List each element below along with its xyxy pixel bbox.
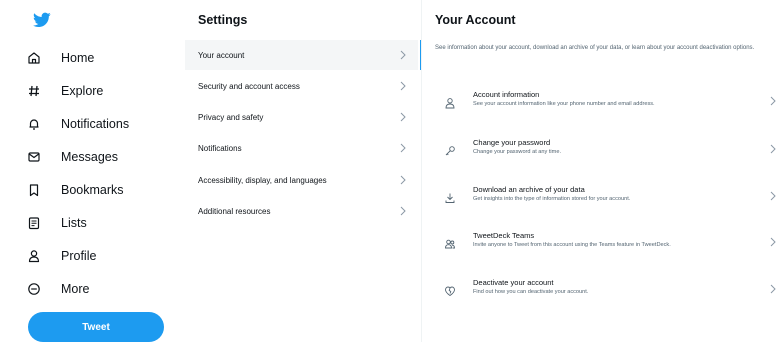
nav-item-label: Messages [61, 150, 118, 164]
person-icon [445, 98, 455, 109]
account-item-account-information[interactable]: Account information See your account inf… [425, 85, 779, 125]
settings-item-privacy[interactable]: Privacy and safety [185, 102, 418, 132]
nav-item-lists[interactable]: Lists [26, 211, 87, 235]
nav-item-label: Notifications [61, 117, 130, 131]
more-circle-icon [26, 281, 42, 297]
chevron-right-icon [770, 144, 776, 154]
settings-item-label: Accessibility, display, and languages [198, 175, 327, 185]
envelope-icon [26, 149, 42, 165]
chevron-right-icon [400, 143, 406, 153]
settings-item-your-account[interactable]: Your account [185, 40, 422, 70]
nav-item-label: Bookmarks [61, 183, 124, 197]
account-item-download-archive[interactable]: Download an archive of your data Get ins… [425, 180, 779, 220]
nav-item-profile[interactable]: Profile [26, 244, 96, 268]
account-title: Your Account [435, 13, 516, 27]
twitter-bird-icon[interactable] [33, 12, 51, 28]
settings-item-label: Notifications [198, 143, 242, 153]
account-item-description: Invite anyone to Tweet from this account… [473, 242, 671, 248]
account-item-title: Deactivate your account [473, 278, 554, 287]
chevron-right-icon [400, 81, 406, 91]
settings-item-label: Additional resources [198, 206, 271, 216]
account-item-title: TweetDeck Teams [473, 231, 535, 240]
settings-item-security[interactable]: Security and account access [185, 71, 418, 101]
settings-title: Settings [198, 13, 248, 27]
nav-item-more[interactable]: More [26, 277, 89, 301]
chevron-right-icon [770, 191, 776, 201]
settings-item-label: Privacy and safety [198, 112, 264, 122]
settings-item-label: Your account [198, 50, 245, 60]
account-item-title: Account information [473, 90, 540, 99]
account-item-title: Change your password [473, 138, 551, 147]
account-item-title: Download an archive of your data [473, 185, 585, 194]
tweet-button[interactable]: Tweet [28, 312, 164, 342]
bookmark-icon [26, 182, 42, 198]
nav-item-label: Explore [61, 84, 104, 98]
chevron-right-icon [770, 96, 776, 106]
chevron-right-icon [770, 237, 776, 247]
nav-item-label: More [61, 282, 90, 296]
account-item-description: Get insights into the type of informatio… [473, 196, 631, 202]
account-item-change-password[interactable]: Change your password Change your passwor… [425, 133, 779, 173]
key-icon [445, 146, 455, 156]
chevron-right-icon [770, 284, 776, 294]
chevron-right-icon [400, 50, 406, 60]
list-icon [26, 215, 42, 231]
account-column: Your Account See information about your … [425, 0, 779, 342]
nav-item-label: Home [61, 51, 95, 65]
people-icon [445, 239, 455, 249]
download-icon [445, 193, 455, 203]
home-icon [26, 50, 42, 66]
settings-item-accessibility[interactable]: Accessibility, display, and languages [185, 165, 418, 195]
nav-item-notifications[interactable]: Notifications [26, 112, 129, 136]
settings-item-label: Security and account access [198, 81, 300, 91]
nav-item-explore[interactable]: Explore [26, 79, 103, 103]
bell-icon [26, 116, 42, 132]
column-divider [421, 0, 422, 342]
nav-item-messages[interactable]: Messages [26, 145, 118, 169]
nav-item-label: Profile [61, 249, 97, 263]
settings-column: Settings Your account Security and accou… [185, 0, 422, 342]
nav-item-label: Lists [61, 216, 87, 230]
settings-item-notifications[interactable]: Notifications [185, 133, 418, 163]
nav-item-home[interactable]: Home [26, 46, 94, 70]
account-item-tweetdeck-teams[interactable]: TweetDeck Teams Invite anyone to Tweet f… [425, 226, 779, 266]
chevron-right-icon [400, 175, 406, 185]
person-icon [26, 248, 42, 264]
account-item-description: See your account information like your p… [473, 101, 655, 107]
primary-nav: Home Explore Notifications Messages Book… [0, 0, 180, 342]
account-item-description: Find out how you can deactivate your acc… [473, 289, 589, 295]
account-item-deactivate[interactable]: Deactivate your account Find out how you… [425, 273, 779, 313]
broken-heart-icon [445, 286, 455, 296]
account-item-description: Change your password at any time. [473, 149, 561, 155]
chevron-right-icon [400, 206, 406, 216]
nav-item-bookmarks[interactable]: Bookmarks [26, 178, 124, 202]
settings-item-additional-resources[interactable]: Additional resources [185, 196, 418, 226]
chevron-right-icon [400, 112, 406, 122]
hashtag-icon [26, 83, 42, 99]
account-description: See information about your account, down… [435, 45, 755, 51]
